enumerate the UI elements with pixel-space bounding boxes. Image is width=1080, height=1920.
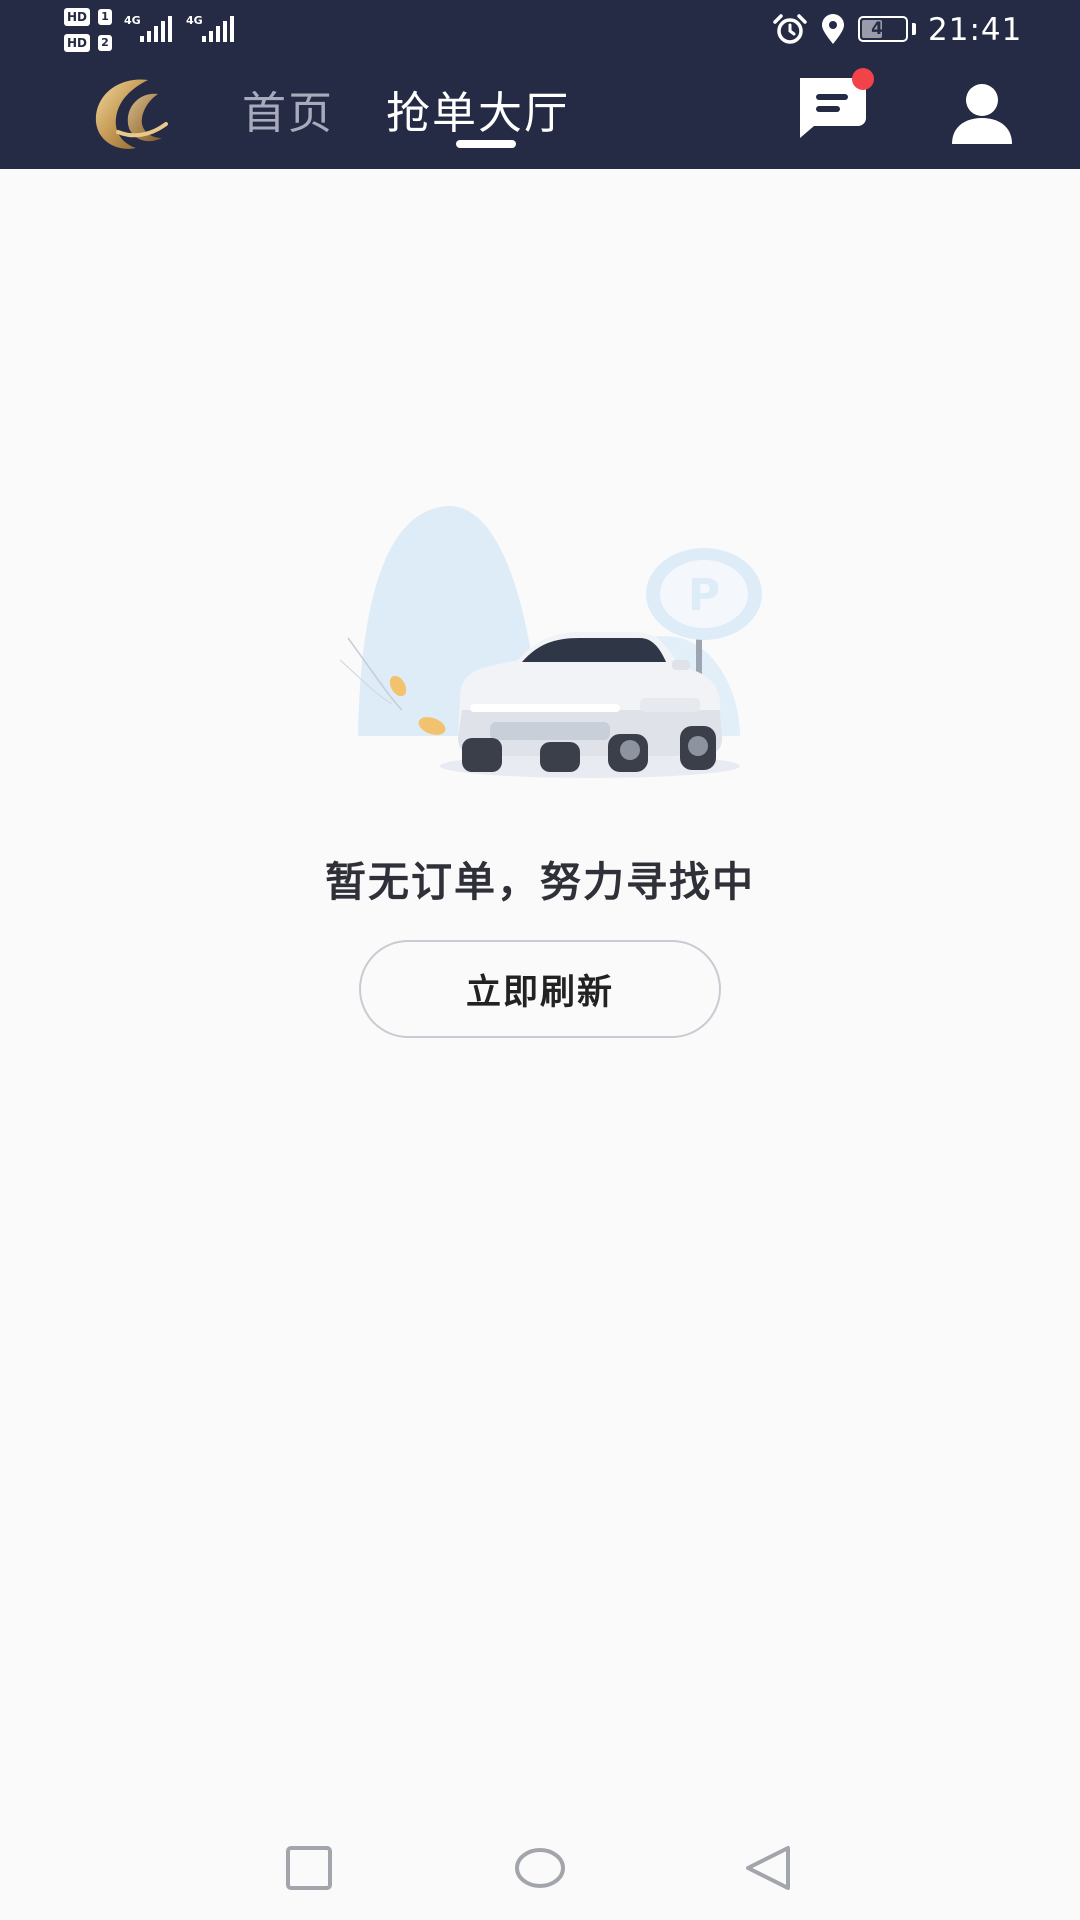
back-icon[interactable]	[724, 1824, 814, 1914]
empty-state-message: 暂无订单，努力寻找中	[325, 858, 755, 906]
tab-home[interactable]: 首页	[242, 82, 334, 146]
home-icon[interactable]	[495, 1824, 585, 1914]
hd-badge-sim2: HD	[64, 34, 91, 52]
signal-sim2: 4G	[186, 14, 240, 44]
network-type-label: 4G	[186, 14, 203, 27]
status-time: 21:41	[928, 12, 1023, 48]
svg-text:P: P	[688, 570, 720, 621]
signal-sim1: 4G	[124, 14, 178, 44]
sim2-number: 2	[98, 35, 112, 51]
sim-indicators: HD 1 HD 2	[64, 8, 116, 54]
sim1-number: 1	[98, 9, 112, 25]
signal-bars-icon	[202, 14, 238, 42]
recent-apps-icon[interactable]	[264, 1824, 354, 1914]
tab-order-hall[interactable]: 抢单大厅	[386, 82, 570, 146]
notification-badge	[852, 68, 874, 90]
refresh-button[interactable]: 立即刷新	[359, 940, 721, 1038]
status-bar: HD 1 HD 2 4G 4G 45 21:41	[0, 0, 1080, 60]
app-logo	[95, 79, 168, 149]
app-bar: 首页 抢单大厅	[0, 60, 1080, 169]
parked-car-illustration: P	[340, 505, 762, 778]
battery-icon: 45	[858, 16, 908, 42]
signal-bars-icon	[140, 14, 176, 42]
battery-level: 45	[871, 19, 895, 39]
app-header: HD 1 HD 2 4G 4G 45 21:41 首页 抢单大厅	[0, 0, 1080, 169]
hd-badge-sim1: HD	[64, 8, 91, 26]
active-tab-indicator	[456, 140, 516, 148]
network-type-label: 4G	[124, 14, 141, 27]
user-icon[interactable]	[948, 80, 1016, 148]
location-icon	[822, 14, 844, 44]
alarm-icon	[773, 14, 807, 44]
system-nav-bar	[0, 1812, 1080, 1920]
